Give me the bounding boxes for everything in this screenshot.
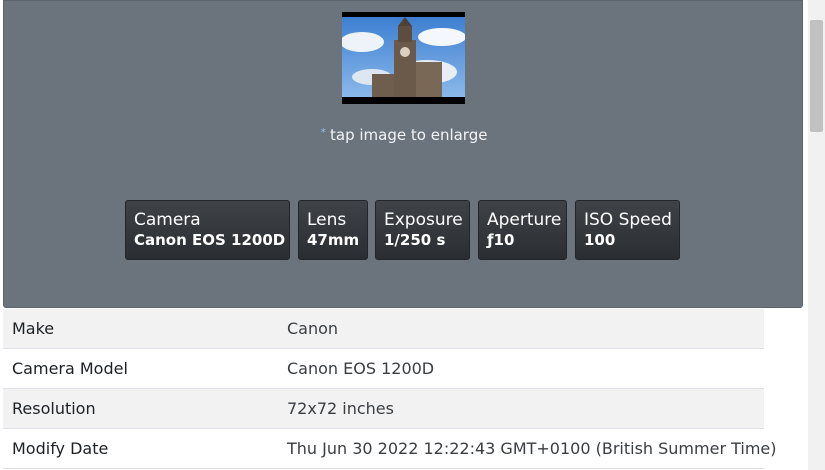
stat-value: 47mm <box>307 231 360 249</box>
scrollbar-thumb[interactable] <box>810 20 823 132</box>
row-key: Resolution <box>12 399 96 418</box>
row-value: Canon <box>287 319 339 338</box>
enlarge-hint: * tap image to enlarge <box>4 126 804 144</box>
stat-iso: ISO Speed 100 <box>575 200 680 260</box>
row-value: 72x72 inches <box>287 399 394 418</box>
stat-exposure: Exposure 1/250 s <box>375 200 470 260</box>
photo-thumbnail[interactable] <box>342 12 465 104</box>
table-row: Make Canon <box>3 309 764 349</box>
row-key: Modify Date <box>12 439 109 458</box>
stat-label: Lens <box>307 210 347 230</box>
stat-label: Camera <box>134 210 201 230</box>
stat-label: Aperture <box>487 210 562 230</box>
stat-camera: Camera Canon EOS 1200D <box>125 200 290 260</box>
stat-label: ISO Speed <box>584 210 672 230</box>
stat-label: Exposure <box>384 210 463 230</box>
hint-dot-icon: * <box>320 126 327 139</box>
stat-aperture: Aperture ƒ10 <box>478 200 567 260</box>
table-row: Modify Date Thu Jun 30 2022 12:22:43 GMT… <box>3 429 777 469</box>
stat-lens: Lens 47mm <box>298 200 368 260</box>
stat-value: 100 <box>584 231 616 249</box>
stat-value: Canon EOS 1200D <box>134 231 286 249</box>
row-value: Canon EOS 1200D <box>287 359 435 378</box>
row-key: Make <box>12 319 55 338</box>
photo-thumbnail-image <box>342 12 465 104</box>
table-row: Camera Model Canon EOS 1200D <box>3 349 764 389</box>
hint-text: tap image to enlarge <box>330 126 488 144</box>
exif-details-table: Make Canon Camera Model Canon EOS 1200D … <box>3 309 777 469</box>
row-key: Camera Model <box>12 359 128 378</box>
image-preview-panel: * tap image to enlarge <box>3 0 803 308</box>
table-row: Resolution 72x72 inches <box>3 389 764 429</box>
stat-value: 1/250 s <box>384 231 446 249</box>
row-value: Thu Jun 30 2022 12:22:43 GMT+0100 (Briti… <box>287 439 777 458</box>
stat-value: ƒ10 <box>487 231 515 249</box>
